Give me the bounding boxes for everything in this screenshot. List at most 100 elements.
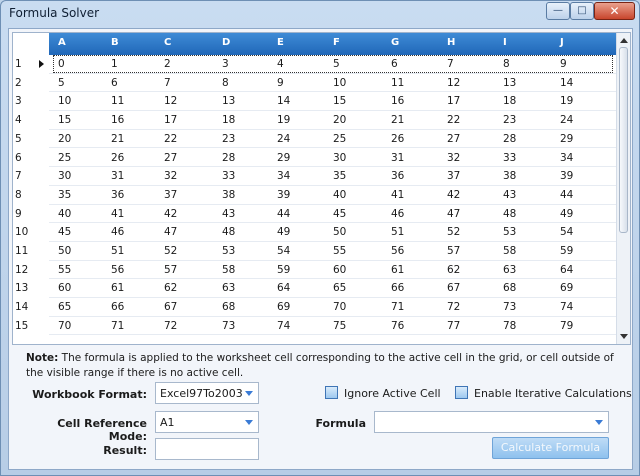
- grid-cell[interactable]: 32: [164, 170, 177, 182]
- grid-cell[interactable]: 22: [164, 133, 177, 145]
- grid-cell[interactable]: 20: [58, 133, 71, 145]
- grid-cell[interactable]: 16: [111, 114, 124, 126]
- grid-cell[interactable]: 26: [111, 152, 124, 164]
- grid-cell[interactable]: 19: [560, 95, 573, 107]
- column-header[interactable]: E: [277, 37, 284, 48]
- grid-cell[interactable]: 13: [503, 77, 516, 89]
- scroll-up-icon[interactable]: [620, 38, 628, 43]
- data-grid[interactable]: ABCDEFGHIJ 1 0 1 2 3 4 5 6 7 8 9 2 5 6 7 8 9 10 11 12 13 14 3 1…: [12, 32, 631, 345]
- grid-cell[interactable]: 38: [222, 189, 235, 201]
- grid-cell[interactable]: 54: [277, 245, 290, 257]
- grid-cell[interactable]: 27: [164, 152, 177, 164]
- grid-cell[interactable]: 31: [391, 152, 404, 164]
- grid-cell[interactable]: 24: [277, 133, 290, 145]
- grid-cell[interactable]: 74: [277, 320, 290, 332]
- grid-cell[interactable]: 11: [111, 95, 124, 107]
- grid-cell[interactable]: 62: [447, 264, 460, 276]
- grid-cell[interactable]: 42: [164, 208, 177, 220]
- grid-cell[interactable]: 65: [333, 282, 346, 294]
- grid-cell[interactable]: 45: [58, 226, 71, 238]
- grid-cell[interactable]: 44: [560, 189, 573, 201]
- grid-cell[interactable]: 46: [391, 208, 404, 220]
- grid-cell[interactable]: 15: [333, 95, 346, 107]
- column-header[interactable]: I: [503, 37, 507, 48]
- row-header[interactable]: 14: [15, 301, 37, 313]
- grid-cell[interactable]: 37: [164, 189, 177, 201]
- grid-cell[interactable]: 38: [503, 170, 516, 182]
- grid-cell[interactable]: 25: [333, 133, 346, 145]
- grid-cell[interactable]: 68: [503, 282, 516, 294]
- table-row[interactable]: 9 40 41 42 43 44 45 46 47 48 49: [13, 205, 616, 224]
- grid-cell[interactable]: 63: [503, 264, 516, 276]
- table-row[interactable]: 11 50 51 52 53 54 55 56 57 58 59: [13, 242, 616, 261]
- grid-cell[interactable]: 52: [164, 245, 177, 257]
- row-header[interactable]: 11: [15, 245, 37, 257]
- row-header[interactable]: 15: [15, 320, 37, 332]
- grid-cell[interactable]: 73: [222, 320, 235, 332]
- row-header[interactable]: 10: [15, 226, 37, 238]
- grid-cell[interactable]: 30: [333, 152, 346, 164]
- ignore-active-cell-label[interactable]: Ignore Active Cell: [344, 387, 441, 400]
- grid-cell[interactable]: 34: [560, 152, 573, 164]
- grid-cell[interactable]: 28: [222, 152, 235, 164]
- table-row[interactable]: 13 60 61 62 63 64 65 66 67 68 69: [13, 279, 616, 299]
- grid-cell[interactable]: 10: [333, 77, 346, 89]
- grid-cell[interactable]: 29: [560, 133, 573, 145]
- grid-cell[interactable]: 40: [333, 189, 346, 201]
- grid-cell[interactable]: 6: [391, 58, 398, 70]
- grid-cell[interactable]: 21: [111, 133, 124, 145]
- row-header[interactable]: 9: [15, 208, 37, 220]
- grid-cell[interactable]: 57: [447, 245, 460, 257]
- grid-cell[interactable]: 4: [277, 58, 284, 70]
- grid-cell[interactable]: 61: [111, 282, 124, 294]
- grid-cell[interactable]: 57: [164, 264, 177, 276]
- row-header[interactable]: 1: [15, 58, 37, 70]
- scroll-thumb[interactable]: [619, 47, 628, 233]
- grid-cell[interactable]: 32: [447, 152, 460, 164]
- grid-cell[interactable]: 18: [503, 95, 516, 107]
- grid-cell[interactable]: 9: [560, 58, 567, 70]
- table-row[interactable]: 5 20 21 22 23 24 25 26 27 28 29: [13, 130, 616, 149]
- grid-cell[interactable]: 71: [111, 320, 124, 332]
- grid-cell[interactable]: 13: [222, 95, 235, 107]
- grid-cell[interactable]: 35: [58, 189, 71, 201]
- grid-cell[interactable]: 51: [391, 226, 404, 238]
- grid-cell[interactable]: 43: [222, 208, 235, 220]
- cell-reference-mode-combo[interactable]: A1: [155, 411, 259, 433]
- grid-cell[interactable]: 50: [58, 245, 71, 257]
- row-header[interactable]: 2: [15, 77, 37, 89]
- grid-cell[interactable]: 34: [277, 170, 290, 182]
- row-header[interactable]: 3: [15, 95, 37, 107]
- grid-cell[interactable]: 18: [222, 114, 235, 126]
- grid-cell[interactable]: 42: [447, 189, 460, 201]
- table-row[interactable]: 14 65 66 67 68 69 70 71 72 73 74: [13, 298, 616, 317]
- grid-cell[interactable]: 0: [58, 58, 65, 70]
- grid-cell[interactable]: 7: [164, 77, 171, 89]
- grid-cell[interactable]: 51: [111, 245, 124, 257]
- grid-cell[interactable]: 66: [111, 301, 124, 313]
- grid-cell[interactable]: 73: [503, 301, 516, 313]
- grid-cell[interactable]: 14: [277, 95, 290, 107]
- grid-cell[interactable]: 67: [164, 301, 177, 313]
- table-row[interactable]: 10 45 46 47 48 49 50 51 52 53 54: [13, 223, 616, 242]
- grid-cell[interactable]: 72: [447, 301, 460, 313]
- grid-cell[interactable]: 23: [503, 114, 516, 126]
- column-header[interactable]: A: [58, 37, 66, 48]
- result-field[interactable]: [155, 438, 259, 460]
- grid-cell[interactable]: 69: [277, 301, 290, 313]
- grid-cell[interactable]: 8: [222, 77, 229, 89]
- grid-cell[interactable]: 31: [111, 170, 124, 182]
- grid-cell[interactable]: 60: [58, 282, 71, 294]
- scroll-down-icon[interactable]: [620, 334, 628, 339]
- table-row[interactable]: 8 35 36 37 38 39 40 41 42 43 44: [13, 186, 616, 205]
- grid-cell[interactable]: 54: [560, 226, 573, 238]
- grid-cell[interactable]: 12: [447, 77, 460, 89]
- grid-cell[interactable]: 37: [447, 170, 460, 182]
- row-header[interactable]: 5: [15, 133, 37, 145]
- row-header[interactable]: 13: [15, 282, 37, 294]
- row-header[interactable]: 6: [15, 152, 37, 164]
- grid-cell[interactable]: 11: [391, 77, 404, 89]
- table-row[interactable]: 2 5 6 7 8 9 10 11 12 13 14: [13, 74, 616, 93]
- grid-cell[interactable]: 28: [503, 133, 516, 145]
- grid-cell[interactable]: 55: [58, 264, 71, 276]
